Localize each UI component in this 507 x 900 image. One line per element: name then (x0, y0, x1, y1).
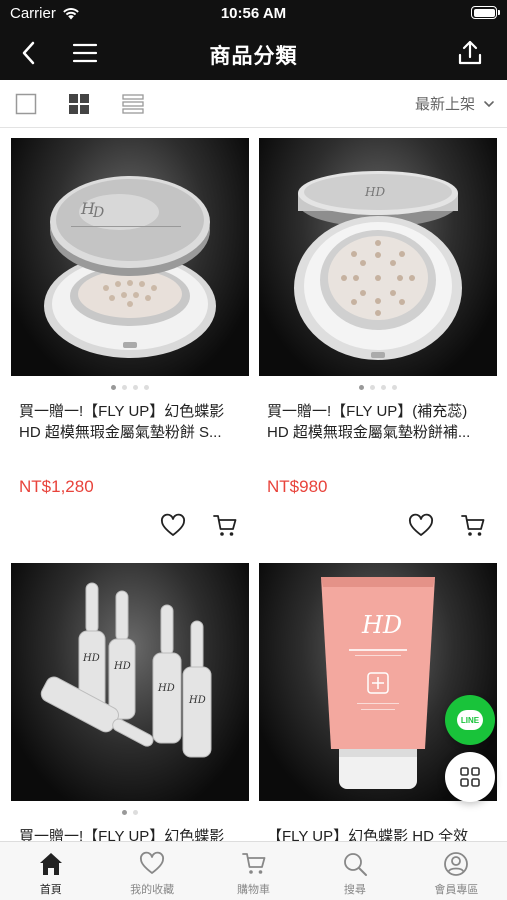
product-price: NT$980 (267, 477, 328, 496)
pagination-dot (370, 385, 375, 390)
page-title: 商品分類 (209, 45, 298, 68)
status-time: 10:56 AM (220, 5, 287, 22)
heart-icon (409, 513, 433, 536)
heart-icon (140, 851, 165, 874)
pagination-dot (144, 385, 149, 390)
battery-icon (471, 6, 500, 19)
view-single-button[interactable] (14, 92, 38, 116)
favorite-button[interactable] (407, 512, 435, 540)
svg-text:HD: HD (113, 661, 131, 672)
image-pagination (11, 810, 249, 816)
view-grid-button[interactable] (67, 92, 91, 116)
share-button[interactable] (455, 38, 485, 68)
pagination-dot (381, 385, 386, 390)
product-card[interactable]: HD HD HD HD 買一贈一!【FLY UP】幻色蝶影 (11, 563, 249, 841)
share-icon (458, 40, 482, 65)
cushion-compact-illustration: H D (44, 176, 216, 358)
search-icon (344, 853, 367, 876)
tab-label: 搜尋 (343, 884, 366, 896)
tab-favorites[interactable]: 我的收藏 (101, 842, 202, 900)
ampoule-set-illustration: HD HD HD HD (40, 582, 212, 758)
svg-text:HD: HD (188, 695, 206, 706)
product-name-line: 買一贈一!【FLY UP】幻色蝶影 (19, 403, 225, 420)
image-pagination (11, 385, 249, 391)
quick-menu-button[interactable] (445, 752, 495, 802)
product-price: NT$1,280 (19, 477, 94, 496)
product-card[interactable]: H D 買一贈一!【FLY UP】幻色蝶影 HD 超模無瑕金屬氣墊粉餅 S...… (11, 138, 249, 536)
image-pagination (259, 810, 497, 816)
tab-search[interactable]: 搜尋 (304, 842, 405, 900)
pagination-dot (111, 385, 116, 390)
pagination-dot (133, 385, 138, 390)
tab-label: 會員專區 (434, 884, 479, 896)
apps-grid-icon (460, 767, 480, 787)
sort-dropdown[interactable]: 最新上架 (415, 93, 495, 114)
line-chat-button[interactable]: LINE (445, 695, 495, 745)
svg-text:HD: HD (364, 185, 385, 199)
tab-cart[interactable]: 購物車 (203, 842, 304, 900)
product-name-line: 買一贈一!【FLY UP】幻色蝶影 (19, 828, 225, 841)
cushion-refill-illustration: HD (294, 171, 462, 360)
product-name-line: 【FLY UP】幻色蝶影 HD 全效 (267, 828, 469, 841)
svg-text:D: D (92, 205, 104, 221)
user-icon (444, 852, 469, 876)
view-list-button[interactable] (121, 92, 145, 116)
product-name[interactable]: 買一贈一!【FLY UP】幻色蝶影 (19, 826, 241, 841)
status-bar: Carrier 10:56 AM (0, 0, 507, 26)
product-image[interactable]: HD (259, 138, 497, 376)
product-name-line: HD 超模無瑕金屬氣墊粉餅補... (267, 424, 471, 441)
svg-text:HD: HD (361, 611, 402, 639)
tab-home[interactable]: 首頁 (0, 842, 101, 900)
tab-member[interactable]: 會員專區 (406, 842, 507, 900)
heart-icon (161, 513, 185, 536)
product-name-line: 買一贈一!【FLY UP】(補充蕊) (267, 403, 468, 420)
single-view-icon (15, 93, 37, 115)
chevron-down-icon (484, 100, 494, 107)
product-name[interactable]: 買一贈一!【FLY UP】(補充蕊) HD 超模無瑕金屬氣墊粉餅補... (267, 401, 489, 443)
bottom-tab-bar: 首頁 我的收藏 購物車 搜尋 會員專區 (0, 841, 507, 900)
navigation-bar: 商品分類 (0, 26, 507, 80)
product-actions (407, 512, 487, 542)
sort-label: 最新上架 (414, 96, 475, 113)
product-name[interactable]: 買一贈一!【FLY UP】幻色蝶影 HD 超模無瑕金屬氣墊粉餅 S... (19, 401, 241, 443)
home-icon (39, 853, 62, 875)
pagination-dot (122, 810, 127, 815)
svg-text:HD: HD (82, 653, 100, 664)
add-to-cart-button[interactable] (459, 512, 487, 540)
image-pagination (259, 385, 497, 391)
line-icon: LINE (457, 710, 483, 730)
favorite-button[interactable] (159, 512, 187, 540)
pagination-dot (359, 385, 364, 390)
cart-icon (241, 853, 265, 874)
list-view-icon (122, 94, 144, 114)
product-image[interactable]: HD HD HD HD (11, 563, 249, 801)
tab-label: 首頁 (39, 884, 62, 896)
pagination-dot (392, 385, 397, 390)
line-label: LINE (460, 715, 480, 725)
product-name[interactable]: 【FLY UP】幻色蝶影 HD 全效 (267, 826, 489, 841)
svg-text:HD: HD (157, 683, 175, 694)
tab-label: 我的收藏 (130, 884, 175, 896)
product-image[interactable]: H D (11, 138, 249, 376)
product-card[interactable]: HD 買一贈一!【FLY UP】(補充蕊) HD 超模無瑕金屬氣墊粉餅補... … (259, 138, 497, 536)
product-grid: H D 買一贈一!【FLY UP】幻色蝶影 HD 超模無瑕金屬氣墊粉餅 S...… (0, 128, 507, 841)
tab-label: 購物車 (237, 884, 271, 896)
pagination-dot (122, 385, 127, 390)
cart-icon (461, 515, 485, 536)
cart-icon (213, 515, 237, 536)
product-actions (159, 512, 239, 542)
product-name-line: HD 超模無瑕金屬氣墊粉餅 S... (19, 424, 222, 441)
add-to-cart-button[interactable] (211, 512, 239, 540)
view-toolbar: 最新上架 (0, 80, 507, 128)
grid-view-icon (69, 94, 89, 114)
pagination-dot (133, 810, 138, 815)
